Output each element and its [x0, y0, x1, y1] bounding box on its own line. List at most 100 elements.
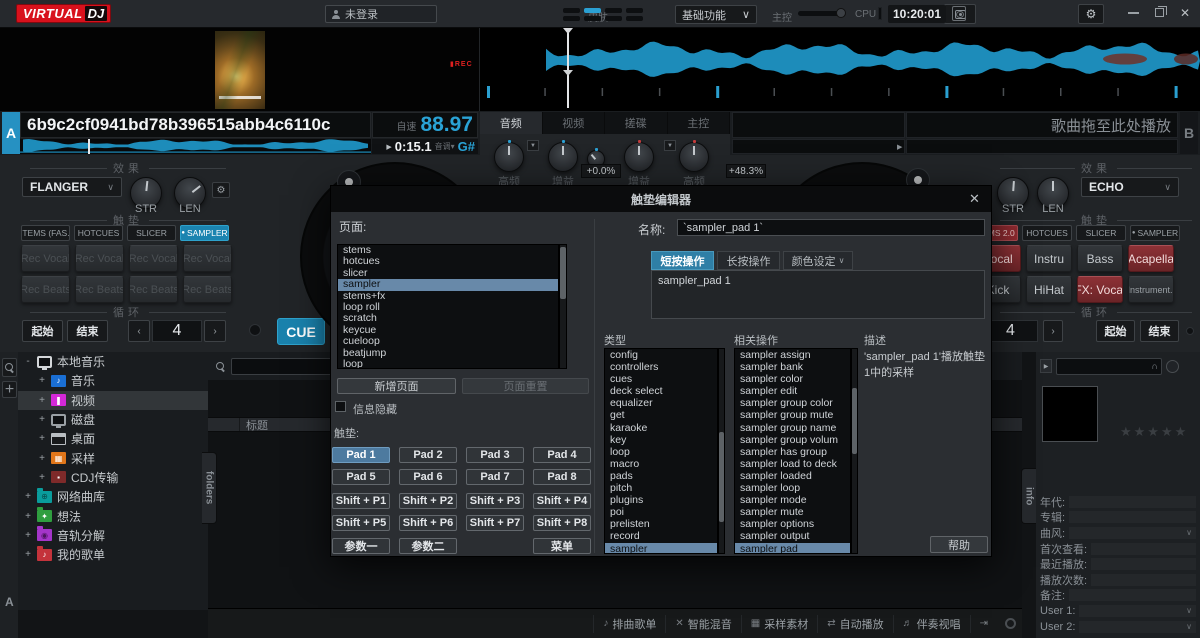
tab-short-press[interactable]: 短按操作 — [651, 251, 714, 270]
settings-button[interactable]: ⚙ — [1078, 4, 1104, 24]
session-clock-icon[interactable] — [952, 6, 966, 21]
bottombar-automix[interactable]: ⇄自动播放 — [817, 615, 892, 633]
deck-a-pad[interactable]: Rec Beats — [75, 276, 124, 303]
type-item[interactable]: loop — [605, 446, 717, 458]
deck-a-loop-indicator[interactable] — [249, 324, 261, 336]
type-item[interactable]: record — [605, 530, 717, 542]
action-item[interactable]: sampler loop — [735, 482, 850, 494]
type-item[interactable]: plugins — [605, 494, 717, 506]
action-item[interactable]: sampler mute — [735, 506, 850, 518]
field-value-input[interactable] — [1069, 511, 1196, 523]
deck-indicator-3-bottom[interactable] — [605, 16, 622, 21]
folders-vertical-tab[interactable]: folders — [202, 452, 217, 524]
type-item[interactable]: sampler — [605, 543, 717, 555]
deck-a-loop-in-button[interactable]: 起始 — [22, 320, 63, 342]
deck-a-pad-tab[interactable]: SLICER — [127, 225, 176, 241]
dialog-shift-pad-button[interactable]: Shift + P7 — [466, 515, 524, 531]
field-value-input[interactable] — [1069, 589, 1196, 601]
key-label[interactable]: 音调▾ — [435, 141, 455, 152]
dialog-shift-pad-button[interactable]: Shift + P8 — [533, 515, 591, 531]
expander-icon[interactable]: + — [38, 414, 46, 425]
bottombar-playlist-queue[interactable]: ♪排曲歌单 — [593, 615, 665, 633]
param2-button[interactable]: 参数二 — [399, 538, 457, 554]
expander-icon[interactable]: + — [24, 511, 32, 522]
sidebar-item-samples[interactable]: + ▦ 采样 — [18, 448, 208, 467]
deck-a-fx-select[interactable]: FLANGER∨ — [22, 177, 122, 197]
type-item[interactable]: controllers — [605, 361, 717, 373]
sidebar-item-ideas[interactable]: + ✦ 想法 — [18, 506, 208, 525]
deck-a-pad[interactable]: Rec Beats — [129, 276, 178, 303]
expander-icon[interactable]: + — [38, 433, 46, 444]
dialog-shift-pad-button[interactable]: Shift + P1 — [332, 493, 390, 509]
chevron-down-icon[interactable]: ∨ — [1186, 622, 1192, 631]
hide-info-checkbox[interactable] — [335, 401, 346, 412]
deck-b-loop-in-button[interactable]: 起始 — [1096, 320, 1135, 342]
deck-a-pad[interactable]: Rec Vocal — [129, 245, 178, 272]
deck-a-loop-out-button[interactable]: 结束 — [67, 320, 108, 342]
mixer-tab[interactable]: 主控 — [668, 112, 731, 134]
type-item[interactable]: karaoke — [605, 422, 717, 434]
action-item[interactable]: sampler group volum — [735, 434, 850, 446]
mixer-tab[interactable]: 音频 — [480, 112, 543, 134]
expander-icon[interactable]: + — [38, 472, 46, 483]
action-item[interactable]: sampler bank — [735, 361, 850, 373]
dialog-pad-button[interactable]: Pad 8 — [533, 469, 591, 485]
tab-long-press[interactable]: 长按操作 — [717, 251, 780, 270]
deck-a-pad[interactable]: Rec Vocal — [183, 245, 232, 272]
action-item[interactable]: sampler mode — [735, 494, 850, 506]
bottombar-karaoke[interactable]: ♬伴奏视唱 — [893, 615, 970, 633]
action-item[interactable]: sampler output — [735, 530, 850, 542]
deck-indicator-4-bottom[interactable] — [626, 16, 643, 21]
eq-left-chevron[interactable]: ▼ — [527, 140, 539, 151]
param1-button[interactable]: 参数一 — [332, 538, 390, 554]
deck-a-pad-tab[interactable]: STEMS (FAS... — [21, 225, 70, 241]
field-value-input[interactable] — [1091, 574, 1196, 586]
deck-a-pad[interactable]: Rec Beats — [183, 276, 232, 303]
dialog-pad-button[interactable]: Pad 1 — [332, 447, 390, 463]
deck-indicator-4-top[interactable] — [626, 8, 643, 13]
bottombar-sideview-toggle[interactable]: ⇥ — [970, 615, 997, 633]
dialog-shift-pad-button[interactable]: Shift + P3 — [466, 493, 524, 509]
deck-b-pad[interactable]: Bass — [1077, 245, 1123, 272]
expander-icon[interactable]: + — [38, 375, 46, 386]
deck-b-pad[interactable]: (Instrument... — [1128, 276, 1174, 303]
chevron-down-icon[interactable]: ∨ — [1186, 606, 1192, 615]
field-value-input[interactable] — [1069, 527, 1196, 539]
pages-scrollbar[interactable] — [559, 244, 567, 369]
reset-page-button[interactable]: 页面重置 — [462, 378, 589, 394]
sidebar-item-cdj-transfer[interactable]: + ▪ CDJ传输 — [18, 468, 208, 487]
action-item[interactable]: sampler group color — [735, 397, 850, 409]
action-item[interactable]: sampler load to deck — [735, 458, 850, 470]
slider-handle[interactable] — [836, 8, 846, 18]
mixer-gain-left-knob[interactable] — [548, 142, 578, 172]
bottombar-smart-mix[interactable]: ✕智能混音 — [665, 615, 740, 633]
deck-b-pad-tab[interactable]: SAMPLER — [1130, 225, 1180, 241]
info-filter-input[interactable]: ∩ — [1056, 358, 1162, 375]
sidebar-search-button[interactable] — [2, 358, 17, 377]
mixer-tab[interactable]: 视频 — [543, 112, 606, 134]
deck-a-bpm-display[interactable]: 自速 88.97 — [372, 112, 478, 138]
page-item[interactable]: beatjump — [338, 348, 558, 359]
actions-scrollbar[interactable] — [851, 348, 858, 554]
deck-b-loop-indicator[interactable] — [1186, 327, 1194, 335]
type-item[interactable]: pads — [605, 470, 717, 482]
deck-b-pad[interactable]: (Acapella) — [1128, 245, 1174, 272]
close-button[interactable]: ✕ — [1180, 6, 1190, 20]
deck-indicator-1-bottom[interactable] — [563, 16, 580, 21]
dialog-pad-button[interactable]: Pad 3 — [466, 447, 524, 463]
type-item[interactable]: key — [605, 434, 717, 446]
action-item[interactable]: sampler options — [735, 518, 850, 530]
type-item[interactable]: macro — [605, 458, 717, 470]
deck-b-loop-double-button[interactable]: › — [1043, 320, 1063, 342]
eq-right-chevron[interactable]: ▼ — [664, 140, 676, 151]
action-item[interactable]: sampler color — [735, 373, 850, 385]
deck-a-mini-waveform[interactable] — [20, 139, 371, 154]
expander-icon[interactable]: + — [24, 491, 32, 502]
column-title[interactable]: 标题 — [240, 417, 268, 433]
deck-indicator-2-top[interactable] — [584, 8, 601, 13]
deck-a-badge[interactable]: A — [2, 112, 20, 154]
deck-a-cue-button[interactable]: CUE — [277, 318, 325, 345]
deck-indicator-2-bottom[interactable] — [584, 16, 601, 21]
deck-b-fx-select[interactable]: ECHO∨ — [1081, 177, 1179, 197]
dialog-shift-pad-button[interactable]: Shift + P5 — [332, 515, 390, 531]
